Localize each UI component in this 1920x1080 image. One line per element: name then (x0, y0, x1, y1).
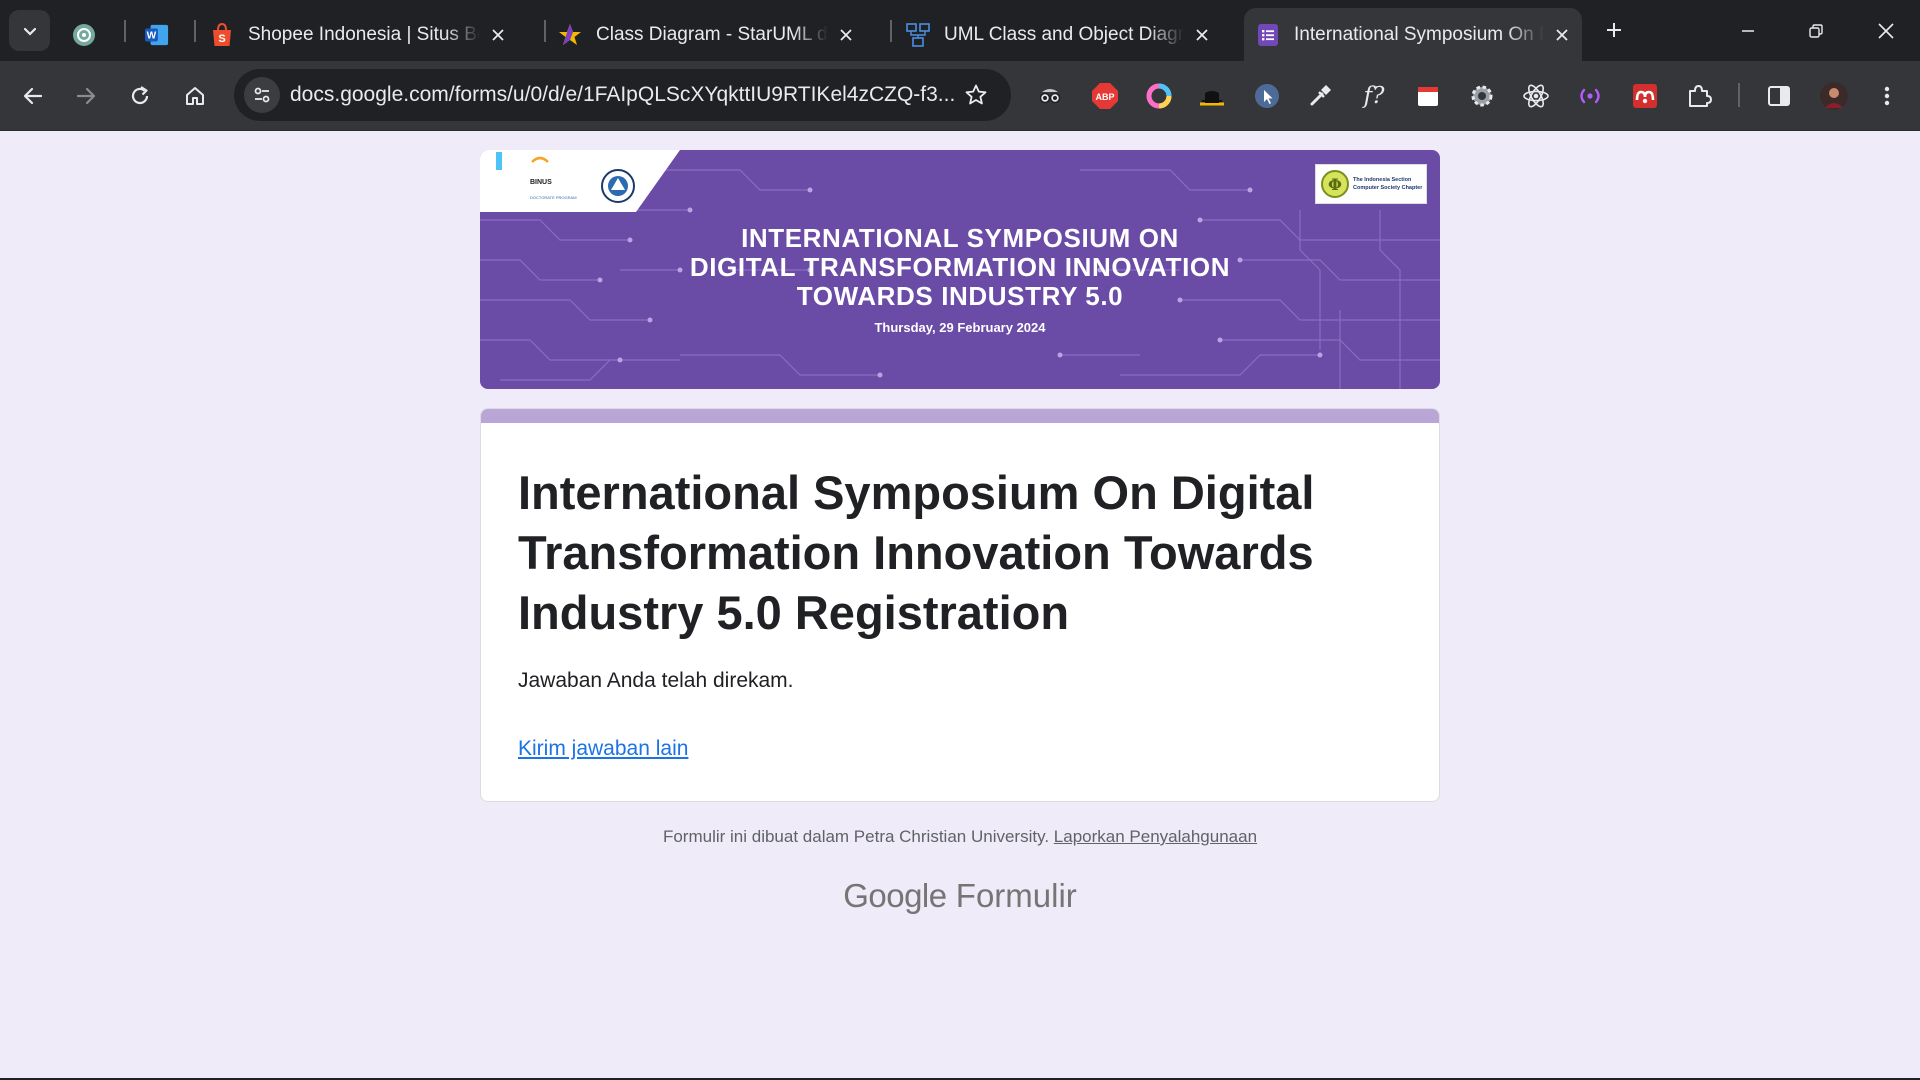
form-title: International Symposium On Digital Trans… (518, 466, 1315, 639)
spy-glasses-icon[interactable] (1035, 81, 1065, 111)
confirmation-card: International Symposium On Digital Trans… (480, 408, 1440, 802)
puzzle-icon[interactable] (1684, 81, 1714, 111)
home-button[interactable] (177, 78, 213, 114)
banner-title: INTERNATIONAL SYMPOSIUM ON DIGITAL TRANS… (480, 224, 1440, 311)
logo-text-1: The Indonesia Section (1353, 177, 1412, 183)
svg-text:DOCTORATE PROGRAM: DOCTORATE PROGRAM (530, 195, 577, 200)
arrow-left-icon (23, 87, 43, 105)
tab-word[interactable]: W (145, 8, 185, 61)
footer-text: Formulir ini dibuat dalam Petra Christia… (662, 827, 1050, 846)
site-info-button[interactable] (244, 77, 280, 113)
tab-separator (890, 20, 892, 42)
calendar-icon[interactable] (1413, 81, 1443, 111)
side-panel-icon[interactable] (1764, 81, 1794, 111)
chevron-down-icon (23, 27, 36, 36)
card-accent-bar (481, 409, 1439, 423)
google-forms-icon (1256, 23, 1280, 47)
shopee-icon: S (210, 22, 234, 47)
hat-icon[interactable] (1197, 81, 1227, 111)
submit-another-response-link[interactable]: Kirim jawaban lain (518, 737, 688, 761)
tune-icon (254, 87, 270, 103)
tab-title: Class Diagram - StarUML documentation (596, 23, 828, 45)
color-ring-icon[interactable] (1144, 81, 1174, 111)
chatgpt-icon (72, 23, 96, 47)
tab-separator (544, 20, 546, 42)
plus-icon (1607, 23, 1621, 37)
google-forms-brand[interactable]: Google Formulir (480, 877, 1440, 915)
browser-toolbar: docs.google.com/forms/u/0/d/e/1FAIpQLScX… (0, 61, 1920, 131)
banner-title-line: DIGITAL TRANSFORMATION INNOVATION (689, 252, 1231, 282)
star-icon (965, 84, 987, 105)
svg-text:BINUS: BINUS (530, 179, 552, 186)
phi-logo-icon: Φ (1321, 170, 1349, 198)
tab-chatgpt[interactable] (72, 8, 112, 61)
ieee-cs-logo: Φ The Indonesia Section Computer Society… (1315, 164, 1427, 204)
restore-icon (1809, 23, 1823, 38)
minimize-button[interactable] (1714, 0, 1782, 61)
mendeley-icon[interactable] (1630, 81, 1660, 111)
menu-icon[interactable] (1872, 81, 1902, 111)
eyedropper-icon[interactable] (1305, 81, 1335, 111)
tab-shopee[interactable]: S Shopee Indonesia | Situs Belanja (210, 8, 530, 61)
tab-uml[interactable]: UML Class and Object Diagram (906, 8, 1226, 61)
font-question-icon[interactable]: f? (1359, 81, 1389, 111)
minimize-icon (1742, 29, 1754, 32)
close-window-button[interactable] (1852, 0, 1920, 61)
svg-text:Φ: Φ (1328, 175, 1342, 194)
profile-avatar[interactable] (1818, 80, 1850, 112)
bookmark-button[interactable] (960, 79, 992, 111)
tab-google-forms[interactable]: International Symposium On Digital (1244, 8, 1582, 61)
cursor-icon[interactable] (1252, 81, 1282, 111)
google-wordmark: Google (843, 877, 947, 914)
tab-title: International Symposium On Digital (1294, 23, 1544, 45)
broadcast-icon[interactable] (1575, 81, 1605, 111)
uml-icon (906, 22, 930, 47)
back-button[interactable] (15, 78, 51, 114)
arrow-right-icon (76, 87, 96, 105)
close-icon (1878, 22, 1894, 39)
banner-date: Thursday, 29 February 2024 (874, 320, 1046, 335)
gear-icon[interactable] (1467, 81, 1497, 111)
close-icon[interactable] (486, 23, 510, 47)
banner-title-line: TOWARDS INDUSTRY 5.0 (796, 281, 1124, 311)
binus-logo: BINUS DOCTORATE PROGRAM (496, 152, 635, 203)
form-header-banner: BINUS DOCTORATE PROGRAM Φ The Indonesia … (480, 150, 1440, 389)
home-icon (186, 87, 204, 105)
close-icon[interactable] (1550, 23, 1574, 47)
svg-text:W: W (147, 30, 157, 41)
logo-text-2: Computer Society Chapter (1353, 185, 1423, 191)
react-icon[interactable] (1521, 81, 1551, 111)
new-tab-button[interactable] (1598, 14, 1630, 46)
close-icon[interactable] (834, 23, 858, 47)
tab-separator (124, 20, 126, 42)
tab-title: Shopee Indonesia | Situs Belanja (248, 23, 480, 45)
close-icon[interactable] (1190, 23, 1214, 47)
tab-title: UML Class and Object Diagram (944, 23, 1184, 45)
staruml-icon (558, 23, 582, 47)
toolbar-divider (1738, 83, 1740, 107)
forms-wordmark: Formulir (955, 877, 1077, 914)
tab-separator (194, 20, 196, 42)
tab-search-button[interactable] (9, 10, 50, 51)
tab-staruml[interactable]: Class Diagram - StarUML documentation (558, 8, 878, 61)
abp-icon[interactable]: ABP (1090, 81, 1120, 111)
reload-icon (131, 86, 149, 105)
report-abuse-link[interactable]: Laporkan Penyalahgunaan (1054, 827, 1257, 846)
reload-button[interactable] (122, 78, 158, 114)
tab-strip: W S Shopee Indonesia | Situs Belanja Cla… (0, 0, 1920, 61)
restore-button[interactable] (1782, 0, 1850, 61)
svg-text:S: S (218, 33, 225, 45)
banner-title-line: INTERNATIONAL SYMPOSIUM ON (741, 223, 1179, 253)
url-text: docs.google.com/forms/u/0/d/e/1FAIpQLScX… (290, 83, 956, 106)
address-bar[interactable]: docs.google.com/forms/u/0/d/e/1FAIpQLScX… (234, 69, 1011, 121)
response-recorded-message: Jawaban Anda telah direkam. (518, 669, 794, 692)
footer-notice: Formulir ini dibuat dalam Petra Christia… (480, 827, 1440, 847)
word-icon: W (145, 23, 169, 47)
svg-text:ABP: ABP (1095, 92, 1114, 102)
font-question-label: f? (1363, 83, 1385, 109)
forward-button[interactable] (68, 78, 104, 114)
